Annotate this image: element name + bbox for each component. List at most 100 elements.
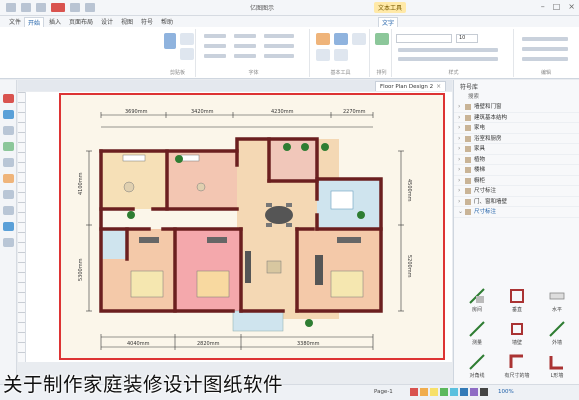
present-icon[interactable]: [3, 238, 14, 247]
category-label: 橱柜: [474, 177, 486, 184]
left-tool-column: [0, 80, 17, 380]
drawing-canvas[interactable]: 3690mm 3420mm 4230mm 2270mm 4040mm 2820m…: [26, 92, 452, 362]
shape-tile[interactable]: 垂直: [500, 287, 534, 317]
maximize-icon[interactable]: □: [553, 2, 561, 11]
line-tool-icon[interactable]: [316, 49, 330, 61]
format-painter-icon[interactable]: [180, 48, 194, 60]
library-category[interactable]: › 家电: [454, 123, 579, 134]
context-tab-label[interactable]: 文本工具: [374, 2, 407, 13]
tab-text[interactable]: 文字: [378, 17, 399, 27]
color-swatch[interactable]: [410, 388, 418, 396]
arrange-icon[interactable]: [375, 33, 389, 45]
color-swatch[interactable]: [440, 388, 448, 396]
layers-icon[interactable]: [3, 126, 14, 135]
color-swatch[interactable]: [430, 388, 438, 396]
library-category[interactable]: › 门、窗和墙壁: [454, 197, 579, 207]
minimize-icon[interactable]: –: [541, 2, 545, 11]
library-category[interactable]: › 橱柜: [454, 176, 579, 186]
text-tool-icon[interactable]: [334, 33, 348, 45]
font-size-select[interactable]: 10: [456, 34, 478, 43]
shape-tile[interactable]: 墙壁: [500, 320, 534, 350]
shapes-icon[interactable]: [3, 94, 14, 103]
shape-tile[interactable]: 房间: [460, 287, 494, 317]
connector-tool-icon[interactable]: [352, 33, 366, 45]
shape-tile[interactable]: 有尺寸的墙: [500, 353, 534, 383]
chevron-down-icon: ⌄: [458, 208, 464, 215]
category-thumb-icon: [465, 125, 471, 131]
tab-insert[interactable]: 插入: [46, 17, 64, 26]
shape-tile[interactable]: 测量: [460, 320, 494, 350]
category-thumb-icon: [465, 188, 471, 194]
data-icon[interactable]: [3, 174, 14, 183]
color-swatch[interactable]: [480, 388, 488, 396]
shape-tile[interactable]: 对角线: [460, 353, 494, 383]
open-icon[interactable]: [21, 3, 31, 12]
ribbon-group-label: 字体: [248, 70, 259, 76]
page-indicator[interactable]: Page-1: [374, 389, 393, 395]
tab-page-layout[interactable]: 页面布局: [66, 17, 96, 26]
format-icon[interactable]: [3, 110, 14, 119]
ribbon-line: [398, 57, 498, 61]
page-icon[interactable]: [3, 158, 14, 167]
ribbon-group-basic-tools: 基本工具: [312, 29, 370, 77]
library-category-open[interactable]: ⌄ 尺寸标注: [454, 207, 579, 218]
undo-icon[interactable]: [70, 3, 80, 12]
save-icon[interactable]: [36, 3, 46, 12]
tab-file[interactable]: 文件: [6, 17, 24, 26]
tab-help[interactable]: 帮助: [158, 17, 176, 26]
redo-icon[interactable]: [85, 3, 95, 12]
shape-tile[interactable]: 外墙: [540, 320, 574, 350]
select-tool-icon[interactable]: [316, 33, 330, 45]
copy-icon[interactable]: [180, 33, 194, 45]
library-category[interactable]: › 家具: [454, 144, 579, 155]
dimension-label: 3420mm: [191, 109, 214, 115]
library-category[interactable]: › 墙壁和门窗: [454, 102, 579, 113]
category-thumb-icon: [465, 209, 471, 215]
close-tab-icon[interactable]: ×: [436, 83, 441, 90]
image-icon[interactable]: [3, 142, 14, 151]
history-icon[interactable]: [3, 206, 14, 215]
dimension-label: 3690mm: [125, 109, 148, 115]
dimension-label: 2820mm: [197, 341, 220, 347]
chevron-right-icon: ›: [458, 113, 461, 121]
ribbon-group-label: 编辑: [540, 70, 551, 76]
close-icon[interactable]: ×: [568, 2, 575, 11]
app-window: 亿图图示 文本工具 – □ × 文件 开始 插入 页面布局 设计 视图 符号 帮…: [0, 0, 579, 400]
chevron-right-icon: ›: [458, 103, 461, 110]
library-category[interactable]: › 植物: [454, 155, 579, 165]
dimension-label: 3380mm: [297, 341, 320, 347]
floor-plan-sheet[interactable]: 3690mm 3420mm 4230mm 2270mm 4040mm 2820m…: [59, 93, 445, 360]
paste-icon[interactable]: [164, 33, 176, 49]
dimension-label: 4500mm: [406, 179, 412, 202]
outline-icon[interactable]: [3, 190, 14, 199]
category-thumb-icon: [465, 156, 471, 163]
font-family-select[interactable]: [396, 34, 452, 43]
library-category[interactable]: › 尺寸标注: [454, 186, 579, 197]
tab-floor-plan-design-2[interactable]: Floor Plan Design 2 ×: [375, 81, 447, 91]
tab-design[interactable]: 设计: [98, 17, 116, 26]
chevron-right-icon: ›: [458, 134, 461, 142]
color-swatch[interactable]: [420, 388, 428, 396]
ribbon-group-label: 剪贴板: [169, 70, 185, 76]
shape-tile[interactable]: L形墙: [540, 353, 574, 383]
shape-label: 外墙: [551, 340, 562, 346]
tab-home[interactable]: 开始: [24, 17, 45, 27]
new-icon[interactable]: [6, 3, 16, 12]
library-search[interactable]: 搜索: [468, 92, 479, 100]
library-category[interactable]: › 建筑基本结构: [454, 113, 579, 123]
color-swatch[interactable]: [460, 388, 468, 396]
dimension-label: 5300mm: [78, 258, 84, 281]
ribbon-group-label: 样式: [448, 70, 459, 76]
library-category[interactable]: › 楼梯: [454, 165, 579, 176]
library-category[interactable]: › 浴室和厨房: [454, 134, 579, 144]
ribbon-group-arrange: 排列: [372, 29, 392, 77]
color-swatch[interactable]: [470, 388, 478, 396]
tab-view[interactable]: 视图: [118, 17, 136, 26]
tab-symbols[interactable]: 符号: [138, 17, 156, 26]
pen-tool-icon[interactable]: [334, 49, 348, 61]
zoom-level[interactable]: 100%: [498, 389, 514, 395]
color-swatch[interactable]: [450, 388, 458, 396]
comment-icon[interactable]: [3, 222, 14, 231]
shape-tile[interactable]: 水平: [540, 287, 574, 317]
library-category-list: › 墙壁和门窗 › 建筑基本结构 › 家电 › 浴室和厨房 › 家具 › 植物 › 楼梯 › 橱…: [454, 102, 579, 218]
